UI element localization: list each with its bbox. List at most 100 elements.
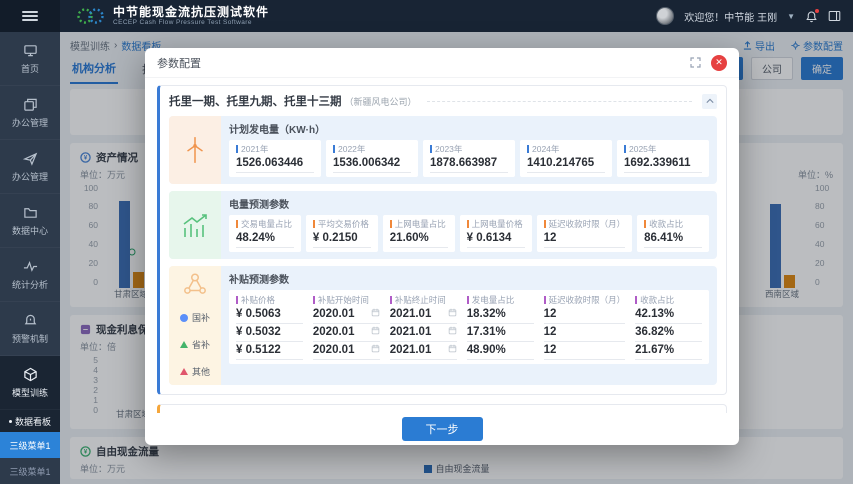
send-icon [23,151,38,166]
cell-collect[interactable]: 21.67% [635,342,702,360]
row-label-provincial: 省补 [180,331,210,358]
hamburger-menu-button[interactable] [0,0,60,32]
param-config-modal: 参数配置 ✕ 托里一期、托里九期、托里十三期 （新疆风电公司） [145,48,739,445]
row-label-other: 其他 [180,358,210,385]
section-tuoli-2: 托里二期 （新疆风电公司） [157,404,727,413]
block-title: 计划发电量（KW·h） [229,121,709,136]
top-header: 中节能现金流抗压测试软件 CECEP Cash Flow Pressure Te… [0,0,853,32]
sidebar-submenu-level3-2[interactable]: 三级菜单1 [0,458,60,484]
cell-collect[interactable]: 36.82% [635,324,702,342]
pulse-icon [23,259,38,274]
sidebar-subitem-label: 数据看板 [15,415,51,428]
cell-gen-ratio[interactable]: 18.32% [467,306,534,324]
cell-end-date[interactable]: 2021.01 [390,342,457,360]
calendar-icon [371,308,380,317]
sidebar-item-label: 模型训练 [12,386,48,399]
calendar-icon [448,326,457,335]
field-delay-months[interactable]: 延迟收款时限（月）12 [537,215,633,252]
sidebar-item-office-2[interactable]: 办公管理 [0,140,60,194]
app-title: 中节能现金流抗压测试软件 [113,6,269,19]
cell-price[interactable]: ¥ 0.5032 [236,324,303,342]
cell-end-date[interactable]: 2021.01 [390,306,457,324]
row-label-national: 国补 [180,304,210,331]
user-menu-caret-icon[interactable]: ▼ [787,12,795,21]
sidebar-subitem-dashboard[interactable]: 数据看板 [0,410,60,432]
modal-body: 托里一期、托里九期、托里十三期 （新疆风电公司） 计划发电量（KW·h） [145,78,739,413]
sidebar-item-label: 统计分析 [12,278,48,291]
other-subsidy-icon [180,368,188,375]
field-2024[interactable]: 2024年1410.214765 [520,140,612,177]
field-2025[interactable]: 2025年1692.339611 [617,140,709,177]
national-subsidy-icon [180,314,188,322]
sidebar-item-home[interactable]: 首页 [0,32,60,86]
field-avg-price[interactable]: 平均交易价格¥ 0.2150 [306,215,378,252]
sidebar-submenu-level3-1[interactable]: 三级菜单1 [0,432,60,458]
cell-end-date[interactable]: 2021.01 [390,324,457,342]
sidebar-item-warning[interactable]: 预警机制 [0,302,60,356]
folder-icon [23,205,38,220]
copy-icon [23,97,38,112]
subsidy-table: 补贴价格 补贴开始时间 补贴终止时间 发电量占比 延迟收款时限（月） 收款占比 … [236,292,702,360]
sidebar-item-data-center[interactable]: 数据中心 [0,194,60,248]
cell-start-date[interactable]: 2020.01 [313,306,380,324]
welcome-text[interactable]: 欢迎您！中节能 王刚 [684,9,777,24]
sidebar-item-label: 数据中心 [12,224,48,237]
sidebar: 首页 办公管理 办公管理 数据中心 统计分析 预警机制 模型训练 数据看板 三级… [0,32,60,484]
modal-title: 参数配置 [157,55,201,71]
cell-price[interactable]: ¥ 0.5122 [236,342,303,360]
next-step-button[interactable]: 下一步 [402,417,483,441]
chevron-up-icon [706,98,714,104]
close-icon[interactable]: ✕ [711,55,727,71]
sidebar-item-office-1[interactable]: 办公管理 [0,86,60,140]
block-title: 补贴预测参数 [229,271,709,286]
fullscreen-icon[interactable] [690,57,701,68]
field-grid-price[interactable]: 上网电量价格¥ 0.6134 [460,215,532,252]
field-collect-ratio[interactable]: 收款占比86.41% [637,215,709,252]
calendar-icon [371,344,380,353]
modal-header: 参数配置 ✕ [145,48,739,78]
growth-chart-icon [181,212,209,238]
app-subtitle: CECEP Cash Flow Pressure Test Software [113,19,269,26]
col-header: 补贴价格 [236,292,303,306]
sidebar-submenu-label: 三级菜单1 [9,439,50,452]
cell-gen-ratio[interactable]: 17.31% [467,324,534,342]
bullet-icon [9,420,12,423]
layout-icon[interactable] [828,10,841,22]
notification-button[interactable] [805,10,818,23]
cell-start-date[interactable]: 2020.01 [313,324,380,342]
wind-turbine-icon [182,135,208,165]
hamburger-icon [22,9,38,23]
monitor-icon [23,43,38,58]
user-avatar[interactable] [656,7,674,25]
cell-delay[interactable]: 12 [544,306,626,324]
cell-start-date[interactable]: 2020.01 [313,342,380,360]
field-grid-ratio[interactable]: 上网电量占比21.60% [383,215,455,252]
field-2023[interactable]: 2023年1878.663987 [423,140,515,177]
cell-collect[interactable]: 42.13% [635,306,702,324]
divider [427,101,692,102]
cell-delay[interactable]: 12 [544,342,626,360]
field-trade-ratio[interactable]: 交易电量占比48.24% [229,215,301,252]
alarm-icon [23,313,38,328]
field-2021[interactable]: 2021年1526.063446 [229,140,321,177]
sidebar-item-model-training[interactable]: 模型训练 [0,356,60,410]
section-subtitle: （新疆风电公司） [345,95,417,108]
col-header: 补贴开始时间 [313,292,380,306]
cell-price[interactable]: ¥ 0.5063 [236,306,303,324]
sidebar-item-statistics[interactable]: 统计分析 [0,248,60,302]
col-header: 发电量占比 [467,292,534,306]
calendar-icon [448,344,457,353]
col-header: 延迟收款时限（月） [544,292,626,306]
notification-dot [815,9,819,13]
section-title: 托里一期、托里九期、托里十三期 [169,93,342,109]
col-header: 补贴终止时间 [390,292,457,306]
planned-generation-block: 计划发电量（KW·h） 2021年1526.063446 2022年1536.0… [169,116,717,184]
cell-delay[interactable]: 12 [544,324,626,342]
section-tuoli-1-9-13: 托里一期、托里九期、托里十三期 （新疆风电公司） 计划发电量（KW·h） [157,85,727,395]
modal-footer: 下一步 [145,413,739,445]
col-header: 收款占比 [635,292,702,306]
cell-gen-ratio[interactable]: 48.90% [467,342,534,360]
calendar-icon [448,308,457,317]
collapse-button[interactable] [702,94,717,109]
field-2022[interactable]: 2022年1536.006342 [326,140,418,177]
